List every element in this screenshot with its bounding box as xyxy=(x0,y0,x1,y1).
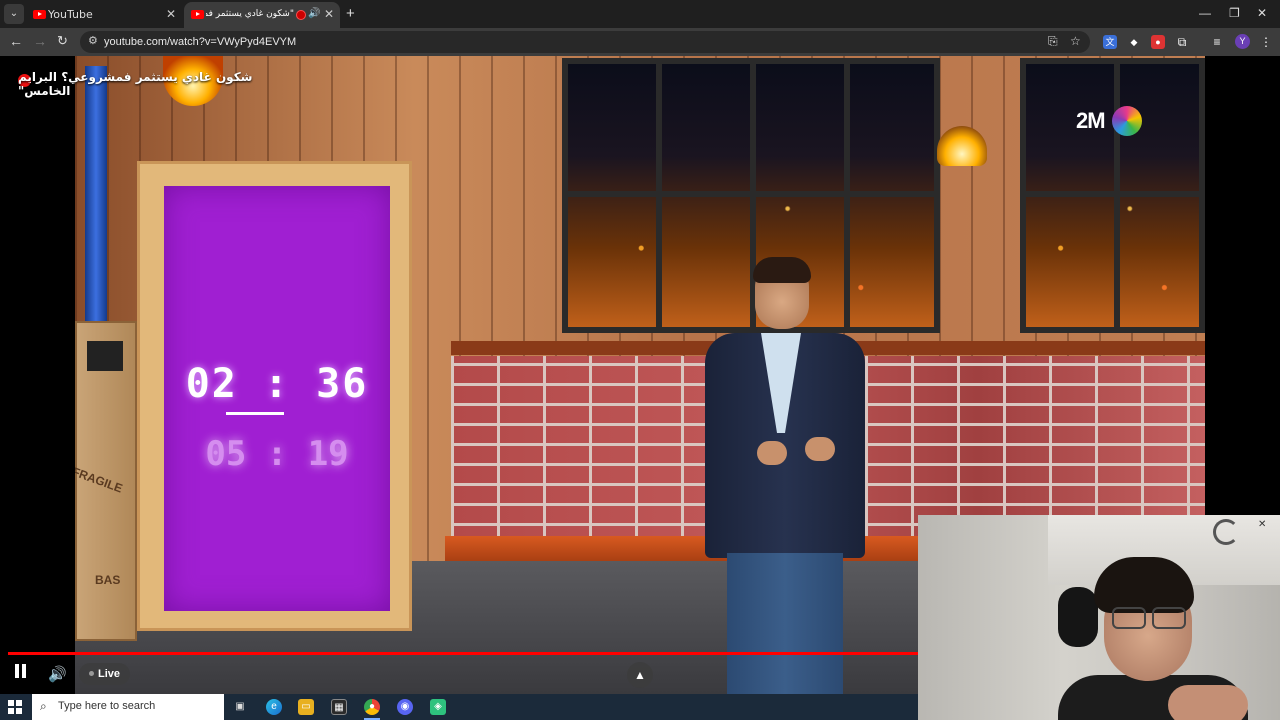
pause-icon[interactable] xyxy=(14,664,28,678)
timer-screen: 02 : 36 05 : 19 xyxy=(164,186,390,611)
presenter xyxy=(705,257,865,694)
timer-main: 02 : 36 xyxy=(185,361,369,407)
chevron-up-icon[interactable]: ▲ xyxy=(627,662,653,688)
city-window-right xyxy=(1020,58,1205,333)
webcam-overlay: ✕ xyxy=(918,515,1280,720)
close-icon[interactable]: ✕ xyxy=(1258,519,1266,530)
close-window-icon[interactable]: ✕ xyxy=(1257,6,1267,20)
tab-title: "شكون غادي يستثمر فمشروعي؟ البرايم الخام… xyxy=(206,9,294,19)
glasses xyxy=(1110,607,1188,629)
2m-star-icon xyxy=(1112,106,1142,136)
tab-youtube[interactable]: YouTube ✕ xyxy=(26,2,182,28)
red-extension-icon[interactable]: ● xyxy=(1151,35,1165,49)
task-view-icon[interactable]: ▣ xyxy=(232,699,248,715)
timer-panel: 02 : 36 05 : 19 xyxy=(137,161,412,631)
video-title[interactable]: شكون غادي يستثمر فمشروعي؟ البرايم الخامس… xyxy=(18,70,258,98)
volume-icon[interactable]: 🔊 xyxy=(48,665,67,683)
url-text: youtube.com/watch?v=VWyPyd4EVYM xyxy=(104,36,297,48)
restore-icon[interactable]: ❐ xyxy=(1229,6,1240,20)
extensions-puzzle-icon[interactable]: ⧉ xyxy=(1175,35,1189,49)
discord-icon[interactable]: ◉ xyxy=(397,699,413,715)
translate-extension-icon[interactable]: 文 xyxy=(1103,35,1117,49)
store-icon[interactable]: ▦ xyxy=(331,699,347,715)
browser-toolbar: ← → ↻ ⚙ youtube.com/watch?v=VWyPyd4EVYM … xyxy=(0,28,1280,56)
channel-logo-text: 2M xyxy=(1076,108,1106,133)
search-icon: ⌕ xyxy=(40,699,47,713)
live-label: Live xyxy=(98,668,121,680)
chrome-icon[interactable]: ● xyxy=(364,699,380,715)
diamond-extension-icon[interactable]: ◆ xyxy=(1127,35,1141,49)
crate-label: BAS xyxy=(95,573,121,587)
install-app-icon[interactable]: ⎘ xyxy=(1048,34,1058,49)
taskbar-search[interactable]: ⌕ Type here to search xyxy=(32,694,224,720)
tab-search-button[interactable]: ⌄ xyxy=(4,4,24,24)
streamer xyxy=(1038,557,1248,720)
tab-title: YouTube xyxy=(48,8,93,21)
address-bar[interactable]: ⚙ youtube.com/watch?v=VWyPyd4EVYM ⎘ ☆ xyxy=(80,31,1090,53)
browser-tab-bar: ⌄ YouTube ✕ "شكون غادي يستثمر فمشروعي؟ ا… xyxy=(0,0,1280,28)
close-tab-icon[interactable]: ✕ xyxy=(166,7,176,21)
menu-kebab-icon[interactable]: ⋮ xyxy=(1259,35,1273,49)
progress-bar[interactable] xyxy=(8,652,918,655)
crate: FRAGILE BAS xyxy=(75,321,137,641)
channel-logo: 2M xyxy=(1076,106,1142,136)
taskbar-search-placeholder: Type here to search xyxy=(58,700,156,712)
recording-icon xyxy=(296,10,306,20)
ceiling-lamp xyxy=(1213,519,1239,545)
profile-avatar[interactable]: Y xyxy=(1235,34,1250,49)
headset xyxy=(1058,587,1098,647)
crate-label: FRAGILE xyxy=(75,464,125,496)
edge-icon[interactable]: e xyxy=(266,699,282,715)
reload-icon[interactable]: ↻ xyxy=(57,33,68,49)
reading-list-icon[interactable]: ≡ xyxy=(1210,35,1224,49)
youtube-favicon-icon xyxy=(33,10,46,19)
site-info-icon[interactable]: ⚙ xyxy=(88,34,98,47)
forward-icon[interactable]: → xyxy=(33,33,47,49)
audio-playing-icon[interactable]: 🔊 xyxy=(308,8,320,19)
tab-video[interactable]: "شكون غادي يستثمر فمشروعي؟ البرايم الخام… xyxy=(184,2,340,28)
live-badge[interactable]: Live xyxy=(79,663,131,685)
youtube-favicon-icon xyxy=(191,10,204,19)
bookmark-star-icon[interactable]: ☆ xyxy=(1070,34,1081,48)
file-explorer-icon[interactable]: ▭ xyxy=(298,699,314,715)
windows-start-icon[interactable] xyxy=(8,700,22,714)
minimize-icon[interactable]: — xyxy=(1199,6,1211,20)
back-icon[interactable]: ← xyxy=(9,33,23,49)
live-dot-icon xyxy=(89,671,94,676)
windows-taskbar: ⌕ Type here to search ▣ e ▭ ▦ ● ◉ ◈ xyxy=(0,694,918,720)
close-tab-icon[interactable]: ✕ xyxy=(324,7,334,21)
new-tab-button[interactable]: + xyxy=(346,5,355,22)
timer-secondary: 05 : 19 xyxy=(205,434,349,474)
android-app-icon[interactable]: ◈ xyxy=(430,699,446,715)
